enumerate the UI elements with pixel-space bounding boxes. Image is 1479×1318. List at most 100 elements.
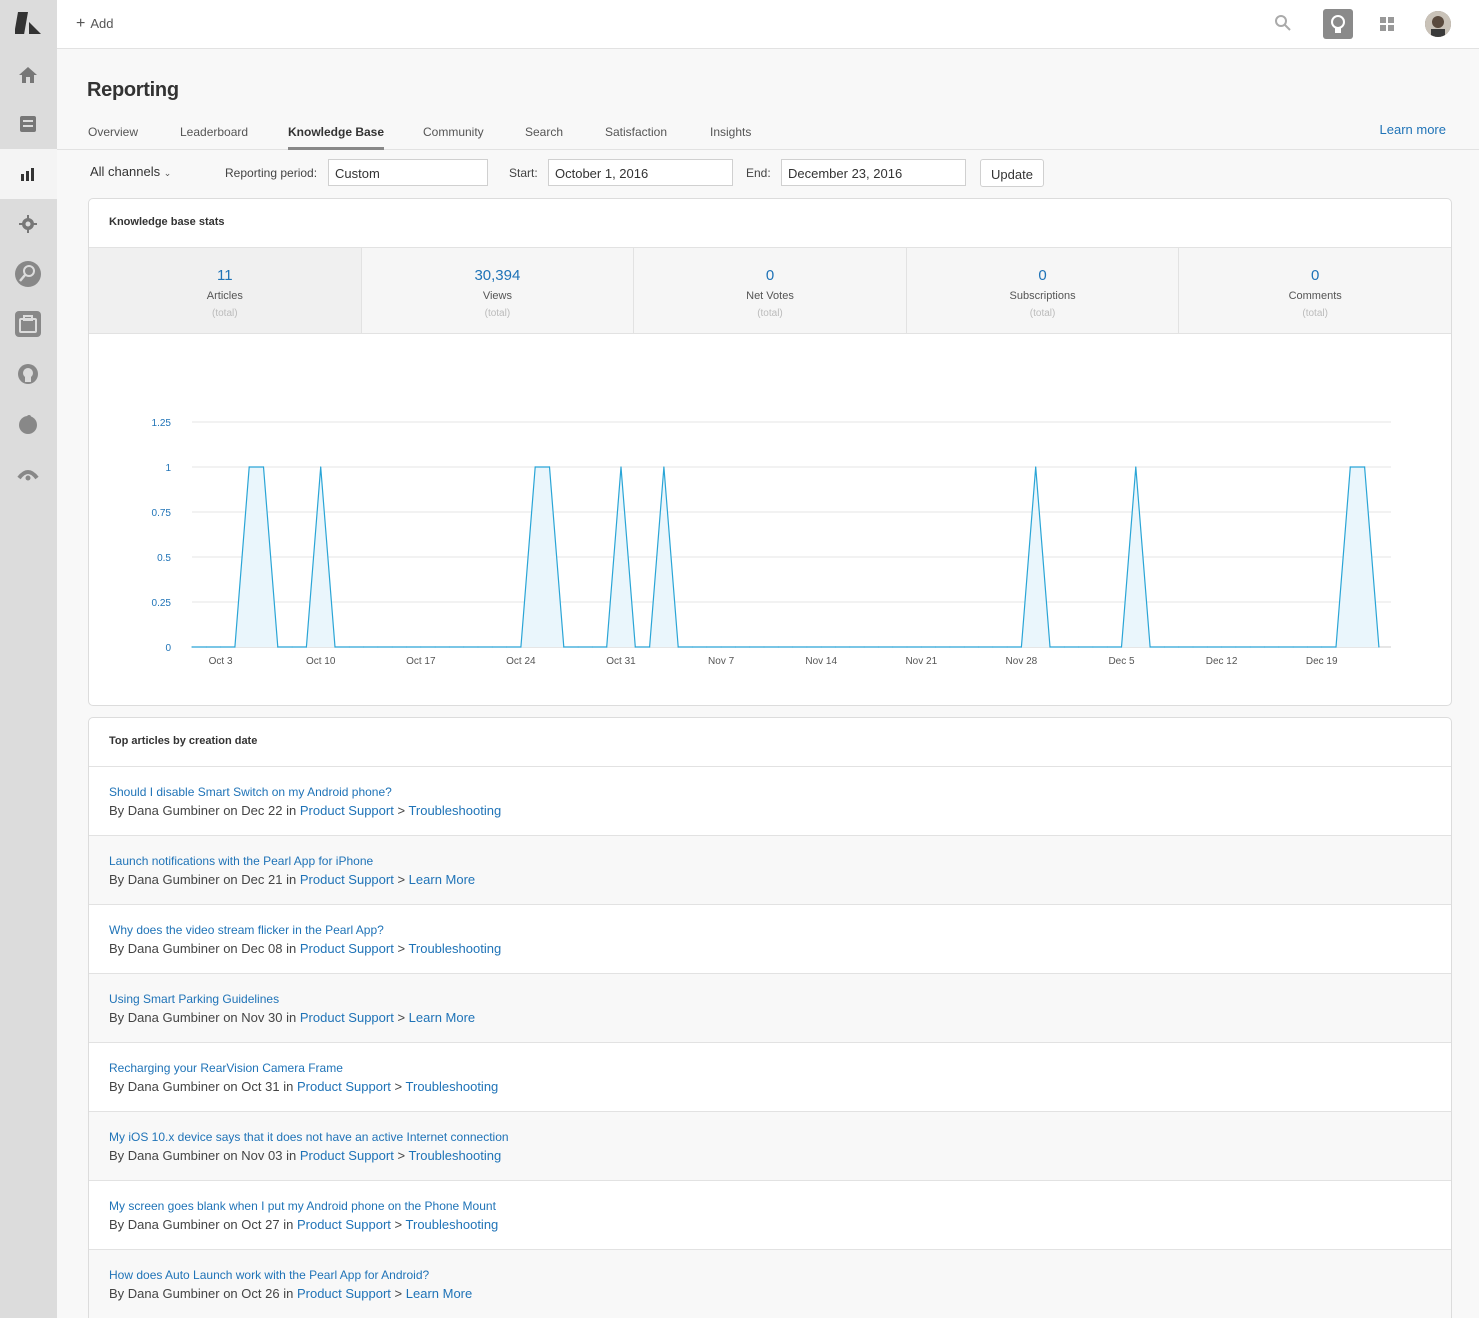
search-icon[interactable]: [1274, 14, 1292, 32]
in-word: in: [286, 941, 297, 956]
data-point: [1063, 646, 1065, 648]
end-date-input[interactable]: December 23, 2016: [781, 159, 966, 186]
article-category-link[interactable]: Product Support: [300, 872, 394, 887]
update-button[interactable]: Update: [980, 159, 1044, 187]
start-date-input[interactable]: October 1, 2016: [548, 159, 733, 186]
list-item: Why does the video stream flicker in the…: [89, 905, 1451, 974]
admin-gear-icon[interactable]: [13, 209, 43, 239]
agent-status-icon[interactable]: [1323, 9, 1353, 39]
list-item: Should I disable Smart Switch on my Andr…: [89, 767, 1451, 836]
data-point: [391, 646, 393, 648]
article-section-link[interactable]: Troubleshooting: [406, 1079, 499, 1094]
article-title-link[interactable]: How does Auto Launch work with the Pearl…: [109, 1268, 1431, 1282]
y-tick-label: 1: [165, 463, 171, 474]
x-tick-label: Dec 5: [1108, 656, 1135, 667]
agent-head-icon[interactable]: [13, 359, 43, 389]
article-section-link[interactable]: Troubleshooting: [408, 1148, 501, 1163]
breadcrumb-separator: >: [397, 872, 406, 887]
article-section-link[interactable]: Learn More: [409, 1010, 475, 1025]
home-icon[interactable]: [13, 60, 43, 90]
stat-net-votes[interactable]: 0 Net Votes (total): [634, 248, 907, 333]
y-tick-label: 0.75: [152, 508, 172, 519]
article-title-link[interactable]: Should I disable Smart Switch on my Andr…: [109, 785, 1431, 799]
reporting-period-select[interactable]: Custom: [328, 159, 488, 186]
card-title: Top articles by creation date: [89, 718, 1451, 767]
data-point: [348, 646, 350, 648]
article-section-link[interactable]: Learn More: [409, 872, 475, 887]
data-point: [1292, 646, 1294, 648]
data-point: [663, 466, 665, 468]
by-word: By: [109, 1010, 125, 1025]
on-word: on: [223, 1148, 238, 1163]
stat-comments[interactable]: 0 Comments (total): [1179, 248, 1451, 333]
apple-icon[interactable]: [13, 409, 43, 439]
stat-name: Views: [482, 290, 512, 302]
article-section-link[interactable]: Troubleshooting: [408, 941, 501, 956]
apps-grid-icon[interactable]: [1379, 16, 1395, 32]
data-point: [262, 466, 265, 468]
article-title-link[interactable]: Using Smart Parking Guidelines: [109, 992, 1431, 1006]
tab-knowledge-base[interactable]: Knowledge Base: [288, 125, 385, 150]
reporting-icon[interactable]: [13, 159, 43, 189]
tab-insights[interactable]: Insights: [710, 125, 751, 150]
article-title-link[interactable]: My screen goes blank when I put my Andro…: [109, 1199, 1431, 1213]
article-section-link[interactable]: Troubleshooting: [406, 1217, 499, 1232]
article-title-link[interactable]: Recharging your RearVision Camera Frame: [109, 1061, 1431, 1075]
data-point: [1263, 646, 1266, 648]
article-section-link[interactable]: Learn More: [406, 1286, 472, 1301]
tab-community[interactable]: Community: [423, 125, 484, 150]
cloud-upload-icon[interactable]: [13, 459, 43, 489]
data-point: [1349, 466, 1351, 468]
article-title-link[interactable]: Why does the video stream flicker in the…: [109, 923, 1431, 937]
data-point: [1163, 646, 1165, 648]
stat-value: 11: [217, 267, 233, 284]
data-point: [1135, 466, 1137, 468]
data-point: [920, 646, 922, 648]
page-title: Reporting: [87, 79, 179, 101]
article-category-link[interactable]: Product Support: [297, 1079, 391, 1094]
views-icon[interactable]: [13, 109, 43, 139]
zendesk-logo-icon[interactable]: [15, 12, 41, 34]
stat-articles[interactable]: 11 Articles (total): [89, 248, 362, 333]
by-word: By: [109, 872, 125, 887]
article-category-link[interactable]: Product Support: [300, 803, 394, 818]
article-section-link[interactable]: Troubleshooting: [408, 803, 501, 818]
article-title-link[interactable]: Launch notifications with the Pearl App …: [109, 854, 1431, 868]
tab-satisfaction[interactable]: Satisfaction: [605, 125, 667, 150]
article-category-link[interactable]: Product Support: [300, 1148, 394, 1163]
stat-subscriptions[interactable]: 0 Subscriptions (total): [906, 248, 1180, 333]
data-point: [606, 646, 608, 648]
data-point: [1278, 646, 1280, 648]
channels-dropdown[interactable]: All channels ⌄: [90, 164, 171, 179]
user-avatar[interactable]: [1425, 11, 1451, 37]
stat-views[interactable]: 30,394 Views (total): [361, 248, 635, 333]
add-button-label: Add: [90, 16, 114, 31]
data-point: [634, 646, 636, 648]
plus-icon: +: [76, 14, 86, 32]
tab-overview[interactable]: Overview: [88, 125, 138, 150]
tab-search[interactable]: Search: [525, 125, 563, 150]
by-word: By: [109, 1079, 125, 1094]
list-item: My screen goes blank when I put my Andro…: [89, 1181, 1451, 1250]
briefcase-icon[interactable]: [13, 309, 43, 339]
stat-name: Comments: [1288, 290, 1342, 302]
by-word: By: [109, 1286, 125, 1301]
article-category-link[interactable]: Product Support: [300, 1010, 394, 1025]
add-button[interactable]: + Add: [76, 14, 114, 32]
data-point: [448, 646, 450, 648]
end-label: End:: [746, 166, 771, 180]
x-tick-label: Nov 28: [1006, 656, 1038, 667]
article-category-link[interactable]: Product Support: [300, 941, 394, 956]
article-category-link[interactable]: Product Support: [297, 1286, 391, 1301]
stat-note: (total): [484, 308, 511, 319]
data-point: [520, 646, 522, 648]
people-search-icon[interactable]: [13, 259, 43, 289]
article-title-link[interactable]: My iOS 10.x device says that it does not…: [109, 1130, 1431, 1144]
card-title: Knowledge base stats: [89, 199, 1451, 248]
data-point: [1192, 646, 1194, 648]
article-category-link[interactable]: Product Support: [297, 1217, 391, 1232]
data-point: [734, 646, 737, 648]
learn-more-link[interactable]: Learn more: [1380, 122, 1446, 137]
in-word: in: [286, 803, 297, 818]
tab-leaderboard[interactable]: Leaderboard: [180, 125, 248, 150]
